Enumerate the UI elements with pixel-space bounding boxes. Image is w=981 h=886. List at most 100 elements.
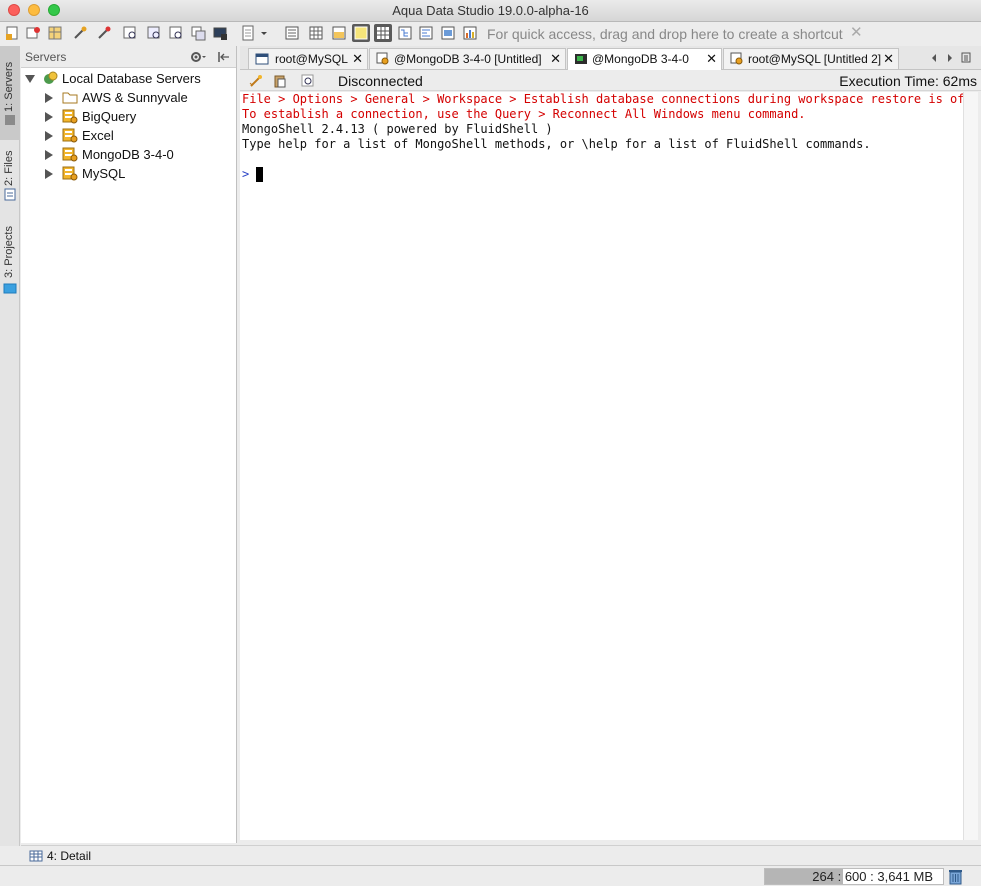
expand-arrow-icon[interactable]	[45, 150, 53, 160]
expand-arrow-icon[interactable]	[45, 169, 53, 179]
close-tab-icon[interactable]: ✕	[883, 49, 894, 69]
close-tab-icon[interactable]: ✕	[352, 49, 363, 69]
find-icon[interactable]	[168, 25, 184, 41]
files-tab-icon	[4, 188, 16, 201]
tab-servers-label: 1: Servers	[3, 61, 15, 112]
database-server-icon	[62, 109, 78, 124]
expand-arrow-icon[interactable]	[45, 93, 53, 103]
side-tab-strip: 1: Servers 2: Files 3: Projects	[0, 46, 20, 846]
memory-usage-text: 264 : 600 : 3,641 MB	[812, 869, 933, 884]
close-tab-icon[interactable]: ✕	[550, 49, 561, 69]
find-text-icon[interactable]	[300, 73, 316, 89]
shell-console[interactable]: File > Options > General > Workspace > E…	[240, 92, 979, 840]
expand-arrow-icon[interactable]	[25, 75, 35, 83]
text-cursor	[256, 167, 263, 182]
projects-tab-icon	[3, 283, 17, 294]
connection-status: Disconnected	[338, 73, 423, 89]
tree-item-label: MySQL	[82, 166, 126, 181]
console-line: To establish a connection, use the Query…	[242, 107, 806, 121]
tab-label: @MongoDB 3-4-0	[592, 52, 689, 66]
copy-window-icon[interactable]	[190, 25, 206, 41]
execution-time: Execution Time: 62ms	[839, 73, 977, 89]
main-toolbar: For quick access, drag and drop here to …	[0, 22, 981, 46]
monitor-icon[interactable]	[212, 25, 228, 41]
tree-item-label: BigQuery	[82, 109, 137, 124]
local-servers-icon	[44, 71, 58, 84]
paste-icon[interactable]	[272, 73, 288, 89]
expand-arrow-icon[interactable]	[45, 112, 53, 122]
tab-mongodb-shell[interactable]: @MongoDB 3-4-0 ✕	[567, 48, 722, 70]
gear-icon[interactable]	[189, 50, 207, 64]
compare-icon[interactable]	[146, 25, 162, 41]
status-bar: 264 : 600 : 3,641 MB	[0, 865, 981, 886]
scroll-tabs-left-icon[interactable]	[930, 53, 938, 63]
layout-tree-icon[interactable]	[397, 25, 413, 41]
scroll-tabs-right-icon[interactable]	[946, 53, 954, 63]
tab-detail-label: 4: Detail	[47, 849, 92, 863]
document-icon[interactable]	[240, 25, 256, 41]
table-search-icon[interactable]	[122, 25, 138, 41]
tab-label: @MongoDB 3-4-0 [Untitled]	[394, 52, 542, 66]
garbage-collect-icon[interactable]	[948, 868, 963, 885]
memory-usage-bar: 264 : 600 : 3,641 MB	[764, 868, 944, 885]
console-line: Type help for a list of MongoShell metho…	[242, 137, 871, 151]
tab-servers[interactable]: 1: Servers	[0, 46, 20, 140]
collapse-panel-icon[interactable]	[217, 50, 231, 64]
tab-files-label: 2: Files	[3, 150, 15, 186]
layout-form-icon[interactable]	[418, 25, 434, 41]
tab-root-mysql[interactable]: root@MySQL ✕	[248, 48, 368, 69]
console-prompt: >	[242, 167, 250, 181]
tab-label: root@MySQL [Untitled 2]	[748, 52, 882, 66]
mysql-query-icon	[730, 52, 743, 65]
layout-table-selected-icon[interactable]	[373, 23, 393, 43]
shortcut-drop-hint: For quick access, drag and drop here to …	[487, 26, 843, 42]
tab-mongodb-untitled[interactable]: @MongoDB 3-4-0 [Untitled] ✕	[369, 48, 566, 69]
tab-projects-label: 3: Projects	[3, 226, 15, 278]
tab-projects[interactable]: 3: Projects	[0, 214, 20, 296]
mongodb-query-icon	[376, 52, 389, 65]
schema-icon[interactable]	[47, 25, 63, 41]
console-line: MongoShell 2.4.13 ( powered by FluidShel…	[242, 122, 553, 136]
editor-tab-strip: root@MySQL ✕ @MongoDB 3-4-0 [Untitled] ✕…	[240, 46, 981, 70]
tab-label: root@MySQL	[275, 52, 348, 66]
tree-item-label: AWS & Sunnyvale	[82, 90, 188, 105]
window-title: Aqua Data Studio 19.0.0-alpha-16	[392, 3, 589, 18]
maximize-window-button[interactable]	[48, 4, 60, 16]
query-window-icon[interactable]	[25, 25, 41, 41]
layout-editor-selected-icon[interactable]	[351, 23, 371, 43]
edit-wand-icon[interactable]	[72, 25, 88, 41]
tree-item-label: MongoDB 3-4-0	[82, 147, 174, 162]
tab-root-mysql-untitled-2[interactable]: root@MySQL [Untitled 2] ✕	[723, 48, 899, 69]
folder-icon	[62, 92, 78, 104]
server-panel-header: Servers	[21, 46, 236, 68]
server-browser-panel: Servers Local Database Servers AWS & Sun…	[21, 46, 237, 843]
layout-split-icon[interactable]	[331, 25, 347, 41]
server-panel-title: Servers	[25, 50, 67, 64]
detail-table-icon	[29, 850, 43, 862]
tree-root-label: Local Database Servers	[62, 71, 201, 86]
console-scrollbar[interactable]	[963, 92, 978, 840]
minimize-window-button[interactable]	[28, 4, 40, 16]
chevron-down-icon[interactable]	[259, 25, 269, 41]
sql-window-icon	[255, 53, 269, 65]
layout-list-icon[interactable]	[284, 25, 300, 41]
console-line: File > Options > General > Workspace > E…	[242, 92, 979, 106]
execute-icon[interactable]	[248, 73, 264, 89]
tab-files[interactable]: 2: Files	[0, 143, 20, 205]
shell-console-icon	[575, 54, 587, 64]
expand-arrow-icon[interactable]	[45, 131, 53, 141]
database-server-icon	[62, 166, 78, 181]
close-window-button[interactable]	[8, 4, 20, 16]
servers-tab-icon	[5, 115, 15, 125]
tab-list-menu-icon[interactable]	[961, 52, 971, 63]
new-connection-icon[interactable]	[4, 25, 20, 41]
close-hint-icon[interactable]: ✕	[850, 24, 863, 42]
layout-image-icon[interactable]	[440, 25, 456, 41]
close-tab-icon[interactable]: ✕	[706, 49, 717, 69]
database-server-icon	[62, 147, 78, 162]
chart-icon[interactable]	[462, 25, 478, 41]
editor-toolbar: Disconnected Execution Time: 62ms	[240, 71, 981, 91]
execute-wand-icon[interactable]	[96, 25, 112, 41]
title-bar: Aqua Data Studio 19.0.0-alpha-16	[0, 0, 981, 22]
layout-grid-icon[interactable]	[308, 25, 324, 41]
